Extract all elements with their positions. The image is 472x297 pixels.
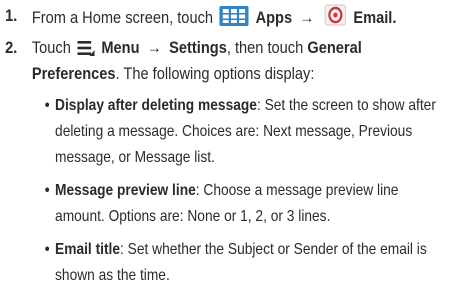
- bullet-term: Display after deleting message: [55, 97, 257, 114]
- step-1-intro: From a Home screen, touch: [31, 8, 214, 27]
- bullet-line: shown as the time.: [55, 267, 170, 284]
- email-icon: [324, 4, 347, 33]
- bullet-line: Display after deleting message: Set the …: [55, 94, 436, 118]
- arrow-icon: →: [147, 38, 162, 57]
- bullet-desc: : Set whether the Subject or Sender of t…: [120, 241, 427, 258]
- step-number: 1.: [5, 6, 18, 25]
- menu-label: Menu: [101, 38, 140, 57]
- apps-grid-icon: [219, 6, 249, 33]
- step-number: 2.: [5, 38, 18, 57]
- bullet-line: message, or Message list.: [55, 149, 215, 166]
- arrow-icon: →: [299, 8, 315, 27]
- step-text: Touch Menu → Settings, then touch Genera…: [32, 36, 362, 63]
- step-2-then: , then touch: [226, 38, 304, 57]
- instruction-document: 1. From a Home screen, touch Apps → Emai…: [0, 0, 436, 297]
- bullet-marker: •: [44, 97, 50, 114]
- step-1-period: .: [392, 8, 397, 27]
- step-text: From a Home screen, touch Apps → Email.: [31, 4, 397, 33]
- apps-label: Apps: [255, 8, 293, 27]
- bullet-marker: •: [44, 182, 50, 199]
- general-label: General: [307, 38, 362, 57]
- bullet-marker: •: [44, 241, 50, 258]
- preferences-label: Preferences: [31, 64, 116, 83]
- bullet-line: Email title: Set whether the Subject or …: [55, 238, 427, 262]
- email-label: Email: [353, 8, 393, 27]
- bullet-term: Message preview line: [55, 182, 196, 199]
- bullet-term: Email title: [55, 241, 121, 258]
- bullet-desc: : Choose a message preview line: [195, 182, 399, 199]
- step-2-tail: . The following options display:: [115, 64, 315, 83]
- bullet-line: amount. Options are: None or 1, 2, or 3 …: [55, 208, 331, 225]
- settings-label: Settings: [169, 38, 227, 57]
- menu-icon: [77, 39, 95, 63]
- bullet-desc: : Set the screen to show after: [256, 97, 436, 114]
- bullet-line: deleting a message. Choices are: Next me…: [55, 123, 413, 140]
- step-2-intro: Touch: [31, 38, 71, 57]
- step-text: Preferences. The following options displ…: [32, 62, 315, 86]
- bullet-line: Message preview line: Choose a message p…: [55, 179, 398, 203]
